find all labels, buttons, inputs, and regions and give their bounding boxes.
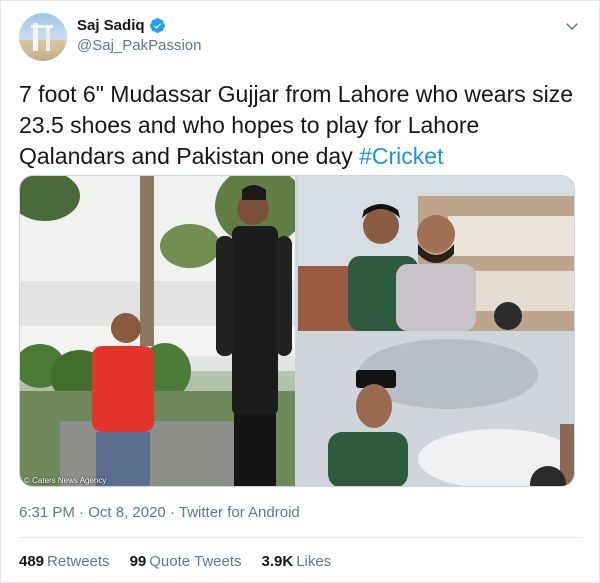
retweets-count: 489 <box>19 553 45 570</box>
quote-tweets-stat[interactable]: 99 Quote Tweets <box>130 553 242 570</box>
cap-man-photo-illustration <box>298 334 574 486</box>
engagement-stats: 489 Retweets 99 Quote Tweets 3.9K Likes <box>19 553 331 570</box>
garden-photo-illustration <box>20 176 295 486</box>
tweet-time[interactable]: 6:31 PM <box>19 504 75 521</box>
meta-separator: · <box>79 504 85 521</box>
tweet-timestamp: 6:31 PM · Oct 8, 2020 · Twitter for Andr… <box>19 504 300 521</box>
likes-label: Likes <box>296 553 332 570</box>
tweet-text: 7 foot 6" Mudassar Gujjar from Lahore wh… <box>19 79 579 172</box>
two-men-photo-illustration <box>298 176 574 331</box>
likes-stat[interactable]: 3.9K Likes <box>262 553 332 570</box>
tweet-card: Saj Sadiq @Saj_PakPassion 7 foot 6" Muda… <box>0 0 600 583</box>
display-name[interactable]: Saj Sadiq <box>77 17 145 34</box>
avatar[interactable] <box>19 13 67 61</box>
retweets-label: Retweets <box>47 553 110 570</box>
hashtag-link[interactable]: #Cricket <box>359 143 443 169</box>
tweet-date[interactable]: Oct 8, 2020 <box>88 504 166 521</box>
meta-separator-2: · <box>169 504 175 521</box>
verified-badge-icon <box>149 18 165 33</box>
likes-count: 3.9K <box>261 553 294 570</box>
retweets-stat[interactable]: 489 Retweets <box>19 553 110 570</box>
media-grid: © Caters News Agency <box>19 175 575 487</box>
tweet-header: Saj Sadiq @Saj_PakPassion <box>19 13 583 63</box>
chevron-down-icon[interactable] <box>563 17 581 35</box>
two-men-posing-photo[interactable] <box>298 176 574 331</box>
handle[interactable]: @Saj_PakPassion <box>77 37 201 54</box>
quote-label: Quote Tweets <box>149 553 242 570</box>
author-names[interactable]: Saj Sadiq @Saj_PakPassion <box>77 17 201 54</box>
tall-man-with-friend-garden-photo[interactable]: © Caters News Agency <box>20 176 295 486</box>
tweet-body: 7 foot 6" Mudassar Gujjar from Lahore wh… <box>19 81 574 169</box>
photo-credit: © Caters News Agency <box>24 476 107 485</box>
tweet-source[interactable]: Twitter for Android <box>179 504 300 521</box>
divider <box>19 537 583 538</box>
quote-count: 99 <box>129 553 147 570</box>
young-man-cap-sky-photo[interactable] <box>298 334 574 486</box>
